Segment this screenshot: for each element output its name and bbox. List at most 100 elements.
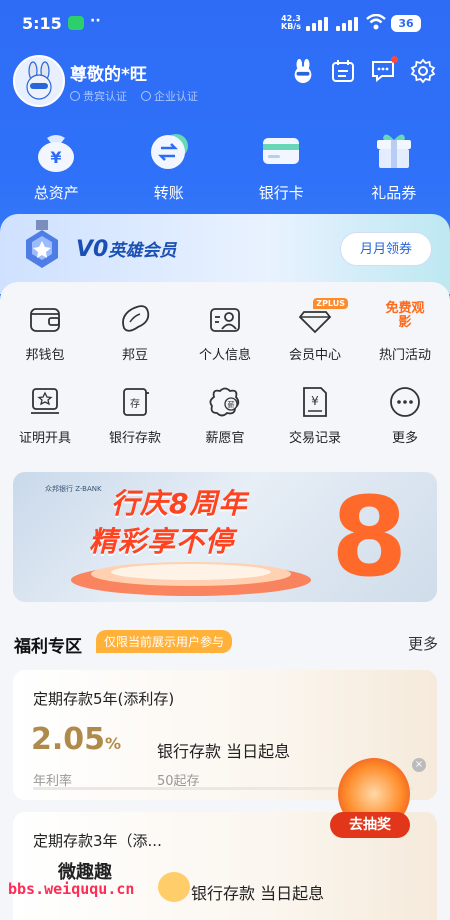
salary-wish-icon: 薪	[209, 387, 240, 417]
welfare-tag: 仅限当前展示用户参与	[96, 630, 233, 653]
diamond-icon-wrap: ZPLUS	[298, 298, 348, 336]
money-bag-icon: ¥	[38, 135, 75, 172]
status-bar: 5:15 ·· 42.3 KB/s 36	[0, 0, 450, 48]
sign-in-icon[interactable]	[330, 58, 356, 84]
quick-label: 礼品券	[371, 184, 417, 202]
quick-label: 转账	[153, 184, 184, 202]
profile-card-icon	[210, 308, 240, 332]
transaction-record-icon: ¥	[303, 387, 327, 417]
message-app-icon	[68, 16, 84, 30]
message-icon[interactable]	[370, 56, 398, 84]
username[interactable]: 尊敬的*旺	[70, 60, 147, 85]
watermark-url: bbs.weiququ.cn	[8, 880, 135, 898]
bank-card-icon	[263, 138, 300, 164]
network-speed: 42.3 KB/s	[281, 15, 301, 31]
wallet-icon	[30, 308, 60, 332]
status-time: 5:15	[22, 14, 62, 33]
badges: 贵宾认证 企业认证	[70, 88, 198, 104]
service-label: 银行存款	[108, 431, 161, 446]
quick-transfer[interactable]: 转账	[113, 128, 226, 203]
rabbit-avatar-icon	[26, 61, 52, 100]
service-label: 个人信息	[198, 348, 251, 363]
top-actions	[290, 56, 436, 84]
lottery-float[interactable]: 去抽奖 ×	[330, 758, 426, 850]
product-rate-unit: %	[105, 734, 122, 753]
main-panel: 邦钱包 邦豆 个人信息 ZPLUS 会员中心 免费观影 热门活动 证明开具 存 …	[0, 282, 450, 920]
banner-big-eight: 8	[331, 473, 408, 601]
stage-icon	[71, 562, 311, 596]
vip-level: V0	[76, 237, 109, 262]
product-title: 定期存款3年（添...	[33, 832, 162, 850]
certificate-icon	[31, 388, 59, 414]
banner-headline: 行庆8周年	[111, 487, 248, 520]
vip-verify-label: 贵宾认证	[83, 90, 127, 103]
quick-bank-card[interactable]: 银行卡	[225, 128, 338, 203]
wifi-icon	[366, 14, 386, 30]
service-bean[interactable]: 邦豆	[90, 302, 180, 363]
svg-text:存: 存	[130, 397, 140, 410]
product-type: 银行存款 当日起息	[191, 884, 325, 903]
service-bank-deposit[interactable]: 存 银行存款	[90, 385, 180, 446]
gift-icon	[376, 134, 411, 168]
service-label: 交易记录	[288, 431, 341, 446]
svg-text:¥: ¥	[51, 148, 62, 167]
service-wallet[interactable]: 邦钱包	[0, 302, 90, 363]
zplus-badge: ZPLUS	[313, 298, 348, 309]
service-label: 更多	[391, 431, 418, 446]
vip-title-text: 英雄会员	[108, 241, 177, 261]
welfare-title: 福利专区	[14, 637, 82, 657]
service-label: 邦钱包	[25, 348, 65, 363]
quick-gift-voucher[interactable]: 礼品券	[338, 128, 450, 203]
settings-gear-icon[interactable]	[410, 58, 436, 84]
network-speed-unit: KB/s	[281, 22, 301, 31]
service-salary-wish[interactable]: 薪 薪愿官	[180, 385, 270, 446]
welfare-more-link[interactable]: 更多	[408, 633, 438, 654]
enterprise-small-icon	[141, 91, 151, 101]
mascot-icon[interactable]	[290, 58, 316, 84]
close-icon[interactable]: ×	[412, 758, 426, 772]
service-grid: 邦钱包 邦豆 个人信息 ZPLUS 会员中心 免费观影 热门活动 证明开具 存 …	[0, 298, 450, 468]
hot-activity-icon: 免费观影	[385, 301, 425, 330]
more-notifications-icon: ··	[90, 13, 101, 29]
service-label: 热门活动	[378, 348, 431, 363]
vip-medal-icon	[26, 220, 58, 268]
battery-icon: 36	[391, 15, 421, 32]
service-label: 会员中心	[288, 348, 341, 363]
product-title: 定期存款5年(添利存)	[33, 690, 175, 708]
deposit-book-icon: 存	[123, 388, 149, 416]
watermark-emoji-icon	[158, 872, 190, 902]
quick-label: 银行卡	[258, 184, 304, 202]
quick-label: 总资产	[33, 184, 79, 202]
lottery-button[interactable]: 去抽奖	[330, 812, 410, 838]
service-hot-activity[interactable]: 免费观影 热门活动	[360, 301, 450, 364]
bean-icon	[122, 305, 150, 332]
signal-icon	[306, 17, 328, 31]
product-type: 银行存款 当日起息	[157, 742, 291, 761]
unread-dot	[391, 56, 398, 63]
quick-total-assets[interactable]: ¥ 总资产	[0, 128, 113, 203]
svg-text:薪: 薪	[228, 400, 235, 409]
svg-text:¥: ¥	[311, 394, 319, 408]
service-member-center[interactable]: ZPLUS 会员中心	[270, 298, 360, 363]
anniversary-banner[interactable]: 众邦银行 Z-BANK 行庆8周年 精彩享不停 8	[13, 472, 437, 602]
quick-entries: ¥ 总资产 转账 银行卡 礼品券	[0, 128, 450, 203]
bank-logo: 众邦银行 Z-BANK	[45, 485, 102, 493]
service-profile[interactable]: 个人信息	[180, 302, 270, 363]
diamond-small-icon	[70, 91, 80, 101]
service-more[interactable]: 更多	[360, 385, 450, 446]
vip-title: V0英雄会员	[76, 236, 176, 262]
monthly-coupon-button[interactable]: 月月领券	[340, 232, 432, 266]
service-label: 证明开具	[18, 431, 71, 446]
enterprise-verify-badge[interactable]: 企业认证	[141, 88, 198, 104]
product-rate: 2.05%	[31, 722, 121, 757]
welfare-header: 福利专区 仅限当前展示用户参与 更多	[14, 630, 438, 657]
signal-icon-2	[336, 17, 358, 31]
transfer-icon	[150, 134, 188, 169]
service-label: 邦豆	[121, 348, 148, 363]
service-label: 薪愿官	[205, 431, 245, 446]
service-certificate[interactable]: 证明开具	[0, 385, 90, 446]
vip-verify-badge[interactable]: 贵宾认证	[70, 88, 127, 104]
avatar[interactable]	[13, 55, 65, 107]
enterprise-verify-label: 企业认证	[154, 90, 198, 103]
service-transaction-record[interactable]: ¥ 交易记录	[270, 385, 360, 446]
